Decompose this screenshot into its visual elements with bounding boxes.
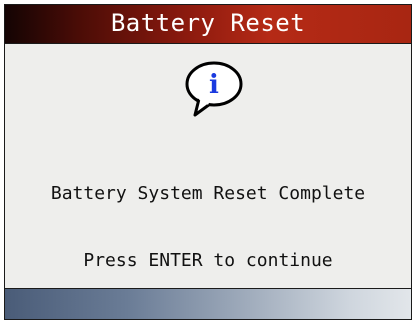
enter-instruction: Press ENTER to continue <box>83 250 333 271</box>
bottom-bar <box>5 288 411 319</box>
screen-title: Battery Reset <box>110 9 306 37</box>
info-icon: i <box>185 61 243 117</box>
title-bar: Battery Reset <box>5 5 411 44</box>
info-icon-glyph: i <box>209 70 219 100</box>
scan-tool-screen: Battery Reset i Battery System Reset Com… <box>4 4 412 320</box>
status-message: Battery System Reset Complete <box>50 183 366 204</box>
